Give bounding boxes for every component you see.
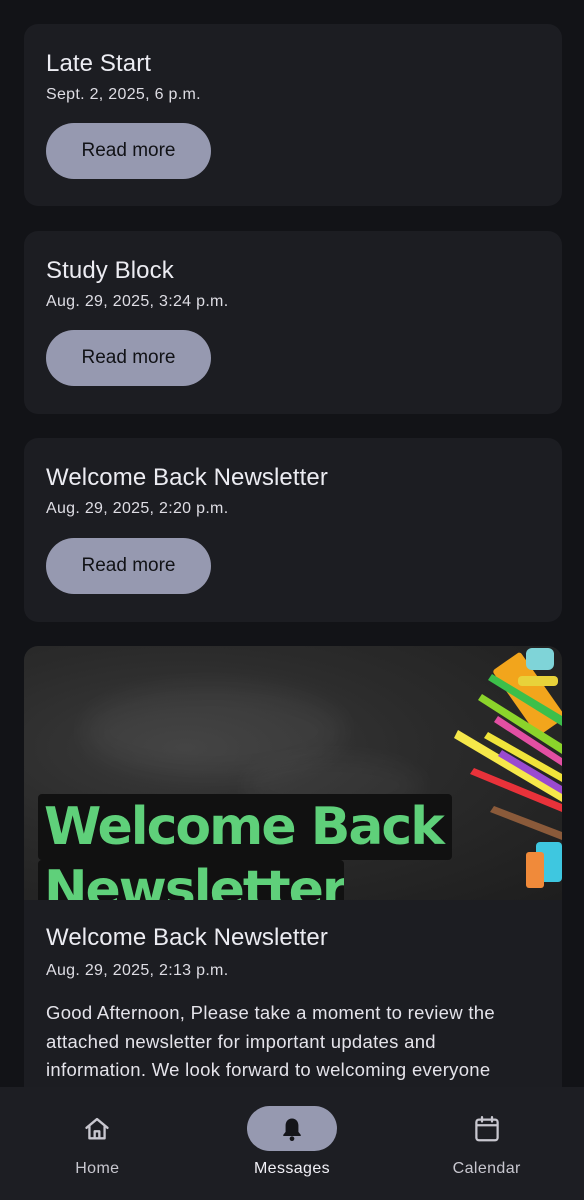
message-card: Late Start Sept. 2, 2025, 6 p.m. Read mo… [24, 24, 562, 206]
banner-text-line2: Newsletter [38, 860, 344, 900]
nav-label: Messages [253, 1160, 331, 1177]
home-icon [85, 1117, 109, 1139]
nav-pill [52, 1106, 142, 1151]
message-date: Aug. 29, 2025, 2:13 p.m. [46, 962, 229, 979]
message-date: Aug. 29, 2025, 2:20 p.m. [46, 500, 229, 517]
read-more-button[interactable]: Read more [46, 538, 211, 594]
messages-feed[interactable]: Late Start Sept. 2, 2025, 6 p.m. Read mo… [0, 0, 584, 1087]
bell-icon [283, 1118, 301, 1141]
message-title: Welcome Back Newsletter [46, 464, 328, 491]
pencils-illustration [454, 648, 562, 888]
message-card: Welcome Back Newsletter Aug. 29, 2025, 2… [24, 438, 562, 622]
nav-item-home[interactable]: Home [0, 1087, 195, 1200]
nav-label: Home [75, 1160, 120, 1177]
message-date: Aug. 29, 2025, 3:24 p.m. [46, 293, 229, 310]
bottom-navigation: Home Messages Calendar [0, 1087, 584, 1200]
read-more-button[interactable]: Read more [46, 123, 211, 179]
nav-pill-active [247, 1106, 337, 1151]
nav-item-calendar[interactable]: Calendar [389, 1087, 584, 1200]
newsletter-banner-image: Welcome Back Newsletter [24, 646, 562, 900]
banner-text-line1: Welcome Back [38, 794, 452, 860]
message-title: Study Block [46, 257, 174, 284]
nav-item-messages[interactable]: Messages [195, 1087, 390, 1200]
message-body: Good Afternoon, Please take a moment to … [46, 1002, 495, 1080]
nav-pill [442, 1106, 532, 1151]
nav-label: Calendar [452, 1160, 521, 1177]
calendar-icon [474, 1115, 499, 1141]
message-title: Late Start [46, 50, 152, 77]
message-title: Welcome Back Newsletter [46, 924, 328, 951]
message-date: Sept. 2, 2025, 6 p.m. [46, 86, 201, 103]
message-card: Study Block Aug. 29, 2025, 3:24 p.m. Rea… [24, 231, 562, 414]
message-card-with-image[interactable]: Welcome Back Newsletter Welcome Back New… [24, 646, 562, 1087]
read-more-button[interactable]: Read more [46, 330, 211, 386]
